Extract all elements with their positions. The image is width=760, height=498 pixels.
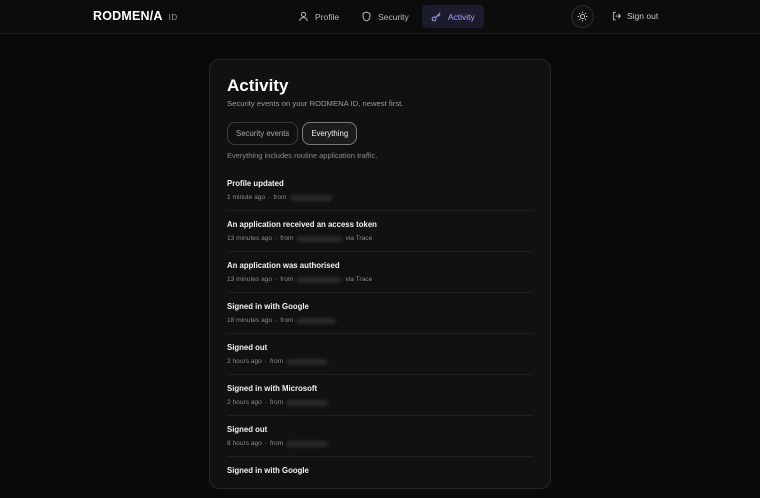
brand-name: RODMEN/A [93,9,163,23]
meta-separator: · [268,194,271,201]
redacted-location [296,235,343,242]
sign-out-label: Sign out [627,11,659,21]
activity-card: Activity Security events on your RODMENA… [209,59,551,489]
nav-profile[interactable]: Profile [289,5,348,28]
event-title: Signed in with Google [227,302,309,311]
event-time: 2 hours ago [227,399,262,406]
page-subtitle: Security events on your RODMENA ID, newe… [227,99,404,108]
event-title: Signed in with Microsoft [227,384,318,393]
meta-separator: · [264,399,268,406]
nav-security-label: Security [378,11,409,22]
filter-everything[interactable]: Everything [302,122,358,145]
event-title: An application received an access token [227,220,377,229]
redacted-location [296,276,343,283]
event-time: 18 minutes ago [227,317,273,324]
event-title: Signed out [227,343,268,352]
event-title: Profile updated [227,179,284,188]
event-meta: 13 minutes ago · from via Trace [227,276,533,283]
nav-security[interactable]: Security [352,5,418,28]
top-navigation-bar: RODMEN/A ID Profile Security Activity Si… [0,0,760,34]
redacted-location [286,440,329,447]
event-meta: 1 minute ago · from [227,194,533,201]
event-title: An application was authorised [227,261,340,270]
event-title: Signed out [227,425,268,434]
sign-out-icon [613,11,622,21]
event-meta: 8 hours ago · from [227,440,533,447]
event-from-label: from [280,235,294,242]
sun-icon [577,11,588,22]
event-from-label: from [270,399,284,406]
event-time: 8 hours ago [227,440,262,447]
activity-item: Signed in with Google [227,457,533,498]
activity-item: Profile updated 1 minute ago · from [227,170,533,211]
redacted-location [296,317,337,324]
event-from-label: from [270,358,284,365]
activity-filters: Security events Everything [227,122,358,145]
redacted-location [286,399,329,406]
event-from-label: from [270,440,284,447]
event-meta: 18 minutes ago · from [227,317,533,324]
event-meta: 2 hours ago · from [227,399,533,406]
brand-logo[interactable]: RODMEN/A ID [93,9,178,23]
nav-profile-label: Profile [315,11,340,22]
activity-item: An application was authorised 13 minutes… [227,252,533,293]
event-from-label: from [280,317,294,324]
meta-separator: · [264,440,268,447]
main-nav: Profile Security Activity [289,5,484,28]
user-icon [299,11,308,22]
filter-security-events[interactable]: Security events [227,122,299,145]
meta-separator: · [275,276,278,283]
nav-activity[interactable]: Activity [421,5,484,28]
event-from-label: from [280,276,294,283]
event-time: 2 hours ago [227,358,262,365]
activity-item: Signed in with Microsoft 2 hours ago · fr… [227,375,533,416]
event-time: 13 minutes ago [227,276,273,283]
activity-list: Profile updated 1 minute ago · from An ap… [227,170,533,498]
event-meta: 13 minutes ago · from via Trace [227,235,533,242]
sign-out-button[interactable]: Sign out [612,11,658,21]
event-via: via Trace [345,276,373,283]
meta-separator: · [275,235,278,242]
activity-item: Signed out 8 hours ago · from [227,416,533,457]
event-via: via Trace [345,235,373,242]
meta-separator: · [264,358,268,365]
redacted-location [286,358,329,365]
page-title: Activity [227,76,289,95]
brand-suffix: ID [168,13,178,22]
shield-icon [362,11,371,22]
activity-item: Signed in with Google 18 minutes ago · fr… [227,293,533,334]
meta-separator: · [275,317,278,324]
theme-toggle-button[interactable] [571,5,594,28]
nav-activity-label: Activity [447,11,475,22]
event-meta: 2 hours ago · from [227,358,533,365]
activity-item: An application received an access token … [227,211,533,252]
event-from-label: from [273,194,287,201]
activity-item: Signed out 2 hours ago · from [227,334,533,375]
event-time: 1 minute ago [227,194,266,201]
key-icon [431,12,441,22]
filter-hint: Everything includes routine application … [227,151,378,160]
event-time: 13 minutes ago [227,235,273,242]
redacted-location [289,194,332,201]
